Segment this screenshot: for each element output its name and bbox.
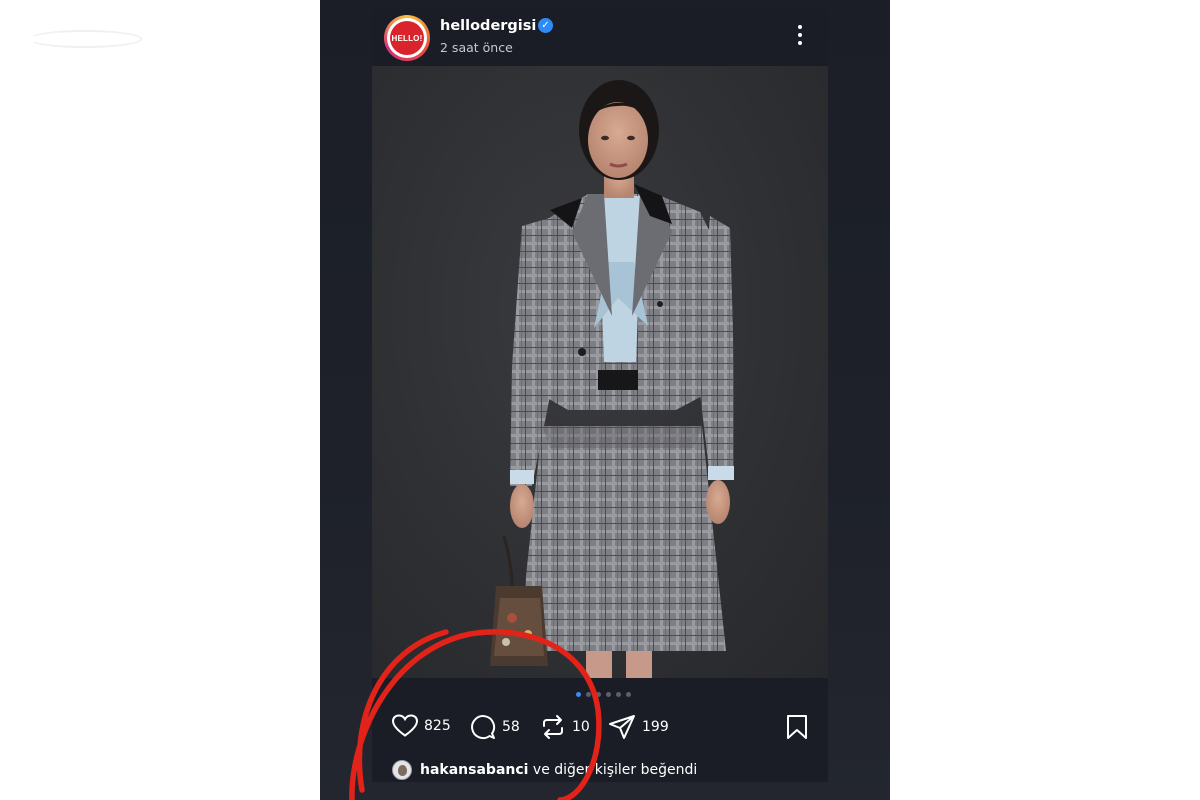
save-button[interactable] <box>786 714 808 745</box>
liker-username[interactable]: hakansabanci <box>420 762 528 778</box>
comment-action[interactable]: 58 <box>470 714 520 740</box>
watermark <box>28 14 288 64</box>
send-icon[interactable] <box>608 714 636 740</box>
instagram-feed: HELLO! hellodergisi ✓ 2 saat önce 825 58… <box>320 0 890 800</box>
reposts-count[interactable]: 10 <box>572 719 590 735</box>
bookmark-icon[interactable] <box>786 714 808 740</box>
verified-badge-icon: ✓ <box>538 18 553 33</box>
post-image-woman-in-plaid-suit <box>490 80 734 678</box>
liked-by-suffix: ve diğer kişiler beğendi <box>528 762 698 778</box>
repost-icon[interactable] <box>540 714 566 740</box>
like-action[interactable]: 825 <box>392 714 451 738</box>
carousel-dot <box>626 692 631 697</box>
post-username[interactable]: hellodergisi <box>440 18 536 34</box>
repost-action[interactable]: 10 <box>540 714 590 740</box>
comment-icon[interactable] <box>470 714 496 740</box>
carousel-dot <box>596 692 601 697</box>
comments-count[interactable]: 58 <box>502 719 520 735</box>
liked-by-row[interactable]: hakansabanci ve diğer kişiler beğendi <box>392 760 697 780</box>
heart-icon[interactable] <box>392 714 418 738</box>
post-photo[interactable] <box>372 66 828 678</box>
post-header: HELLO! hellodergisi ✓ 2 saat önce <box>372 10 828 66</box>
liker-avatar[interactable] <box>392 760 412 780</box>
carousel-indicator <box>576 692 631 697</box>
carousel-dot <box>606 692 611 697</box>
carousel-dot <box>586 692 591 697</box>
avatar-logo-text: HELLO! <box>390 21 424 55</box>
likes-count[interactable]: 825 <box>424 718 451 734</box>
profile-avatar[interactable]: HELLO! <box>384 15 430 61</box>
carousel-dot <box>616 692 621 697</box>
shares-count[interactable]: 199 <box>642 719 669 735</box>
carousel-dot-active <box>576 692 581 697</box>
post-timestamp: 2 saat önce <box>440 40 513 55</box>
more-options-icon[interactable] <box>790 22 810 48</box>
share-action[interactable]: 199 <box>608 714 669 740</box>
